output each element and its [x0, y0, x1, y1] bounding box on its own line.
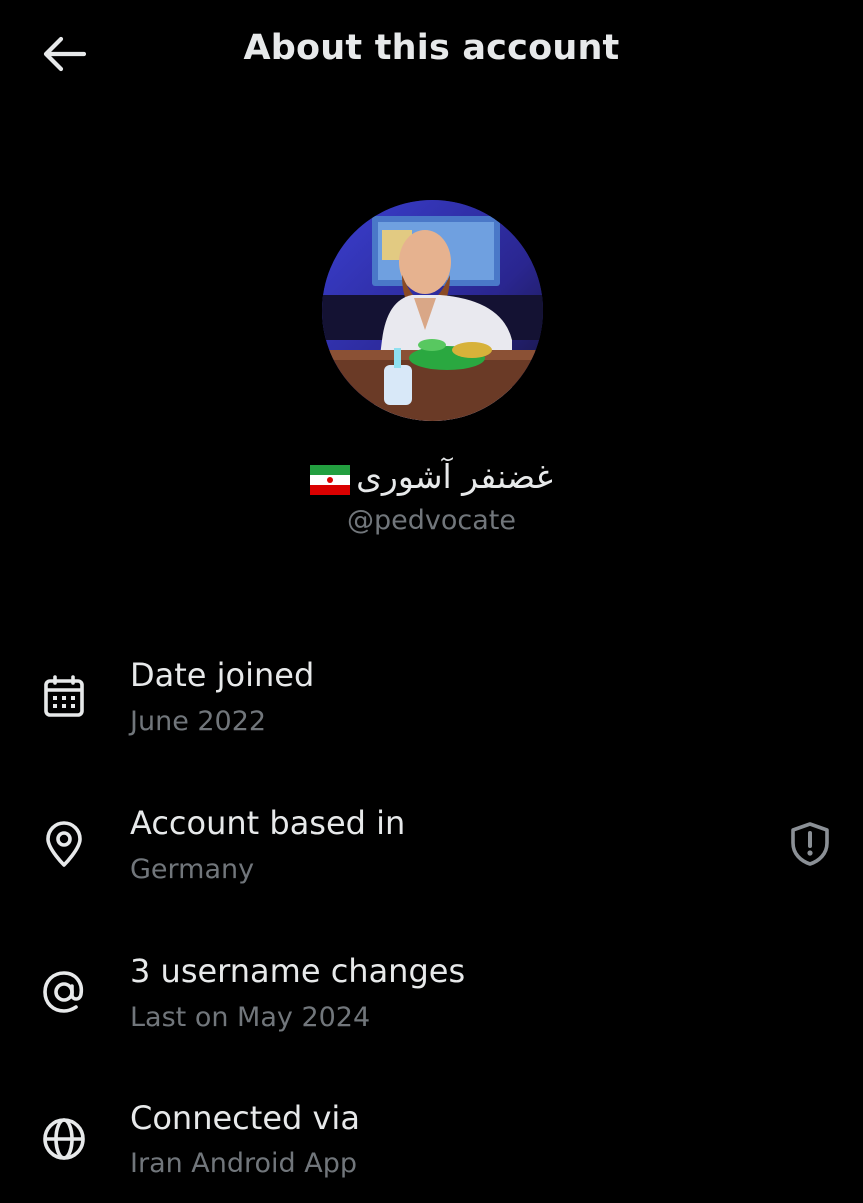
display-name-row: غضنفر آشوری	[0, 457, 863, 496]
globe-icon	[36, 1111, 92, 1167]
row-subtitle: June 2022	[130, 706, 267, 737]
shield-alert-icon[interactable]	[782, 816, 838, 872]
row-subtitle: Last on May 2024	[130, 1002, 371, 1033]
row-title: Connected via	[130, 1099, 360, 1137]
page-title: About this account	[243, 28, 620, 68]
account-based-in-row: Account based in Germany	[0, 798, 863, 908]
calendar-icon	[36, 669, 92, 725]
username-changes-row: 3 username changes Last on May 2024	[0, 946, 863, 1056]
at-sign-icon	[36, 964, 92, 1020]
display-name: غضنفر آشوری	[356, 457, 553, 496]
row-title: 3 username changes	[130, 952, 466, 990]
top-bar: About this account	[0, 0, 863, 105]
avatar[interactable]	[322, 200, 543, 421]
row-subtitle: Germany	[130, 854, 255, 885]
location-pin-icon	[36, 816, 92, 872]
connected-via-row: Connected via Iran Android App	[0, 1093, 863, 1203]
row-subtitle: Iran Android App	[130, 1148, 358, 1179]
date-joined-row: Date joined June 2022	[0, 650, 863, 760]
row-title: Date joined	[130, 656, 315, 694]
row-title: Account based in	[130, 804, 406, 842]
handle: @pedvocate	[347, 505, 516, 536]
iran-flag-icon	[310, 464, 351, 495]
